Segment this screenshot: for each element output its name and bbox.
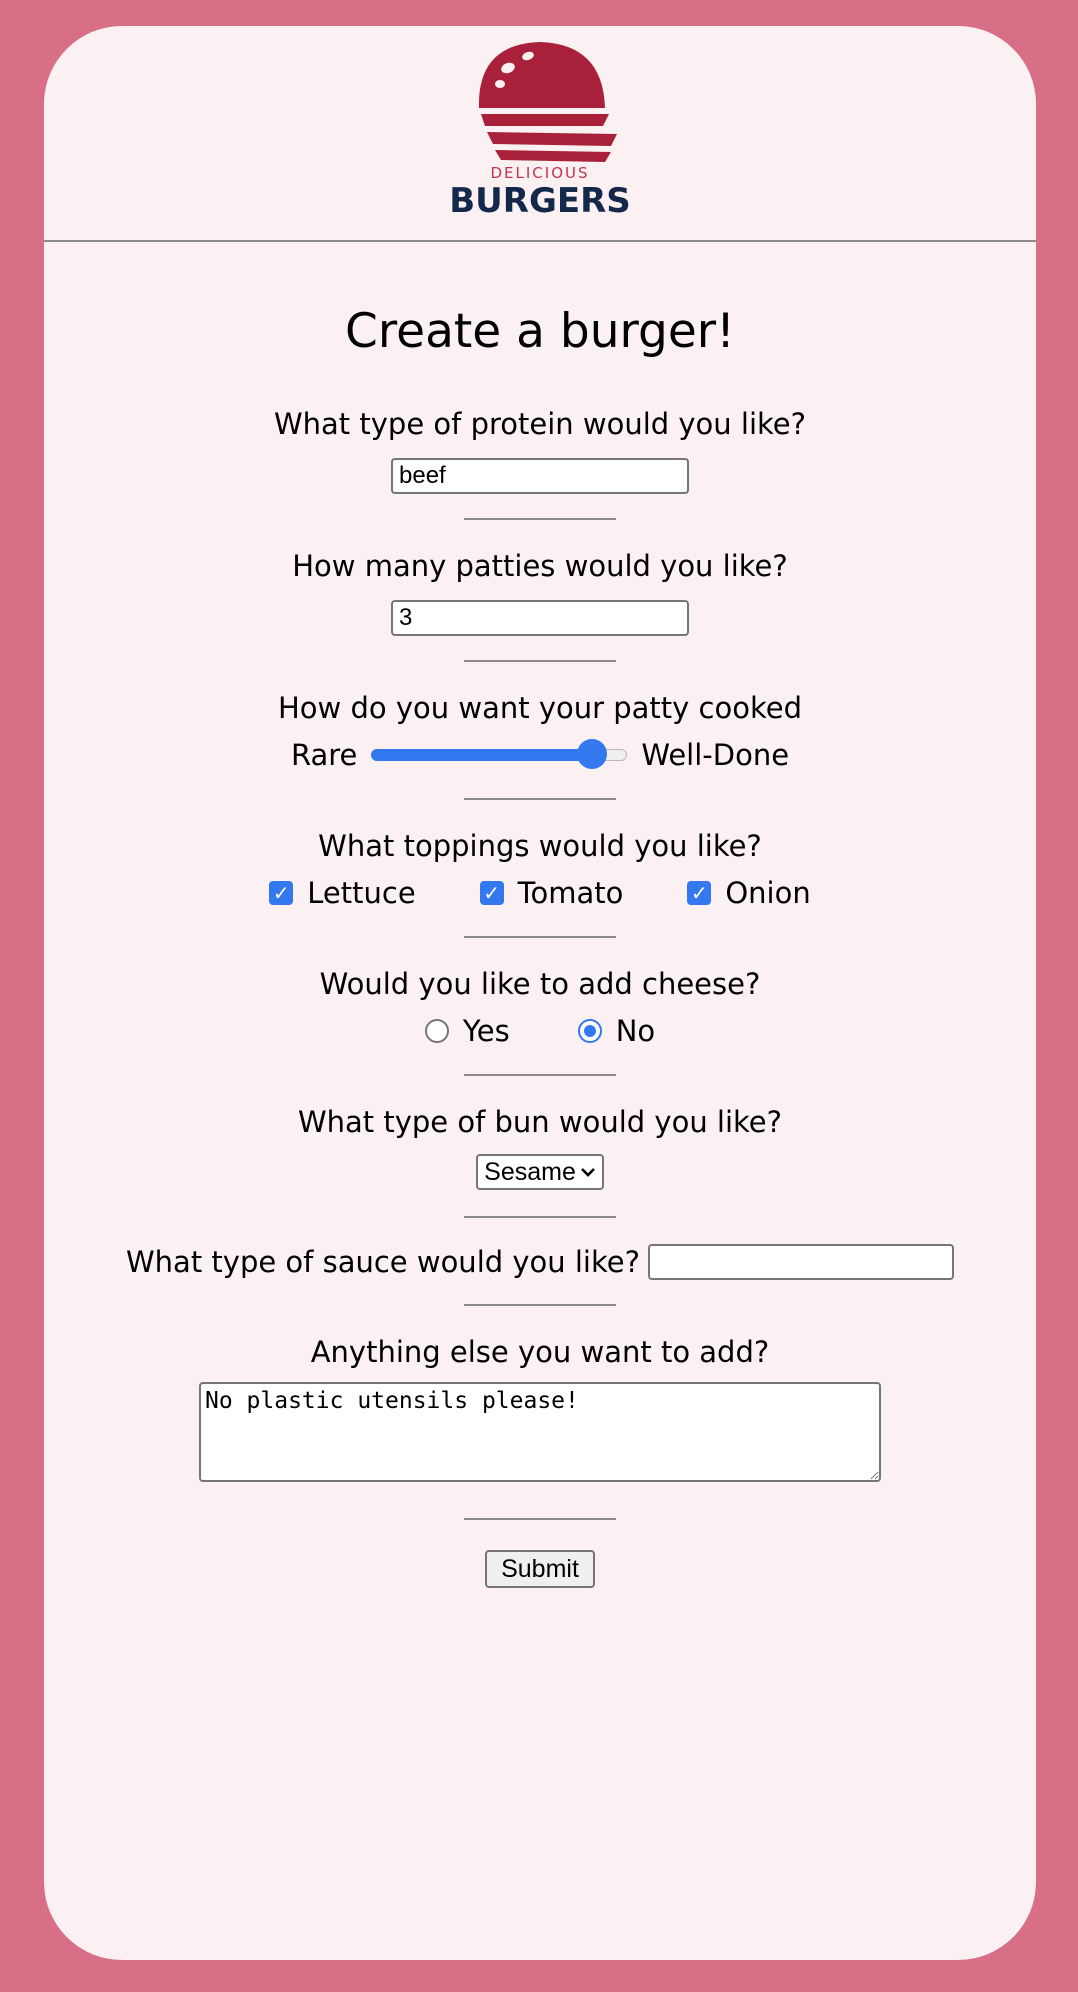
page-title: Create a burger! [345, 304, 735, 359]
logo-header: DELICIOUS BURGERS [44, 26, 1036, 242]
bun-question: What type of bun would you like? [297, 1105, 783, 1139]
radio-label: Yes [462, 1014, 510, 1048]
slider-min-label: Rare [290, 738, 358, 772]
slider-thumb[interactable] [576, 739, 607, 769]
divider [464, 798, 616, 800]
cheese-yes[interactable]: Yes [424, 1014, 510, 1048]
radio-no[interactable] [577, 1019, 602, 1043]
topping-tomato[interactable]: ✓ Tomato [479, 876, 624, 910]
topping-label: Onion [725, 876, 811, 910]
divider [464, 1216, 616, 1218]
checkbox-onion[interactable]: ✓ [687, 881, 712, 905]
checkbox-tomato[interactable]: ✓ [479, 881, 504, 905]
divider [464, 936, 616, 938]
divider [464, 660, 616, 662]
topping-lettuce[interactable]: ✓ Lettuce [269, 876, 416, 910]
topping-label: Tomato [517, 876, 624, 910]
divider [464, 1074, 616, 1076]
sauce-question: What type of sauce would you like? [126, 1245, 640, 1279]
bun-selected-value: Sesame [484, 1157, 576, 1186]
divider [464, 518, 616, 520]
toppings-question: What toppings would you like? [318, 829, 762, 863]
protein-input[interactable]: beef [391, 458, 689, 494]
cooked-question: How do you want your patty cooked [278, 691, 802, 725]
topping-label: Lettuce [307, 876, 416, 910]
burger-form: Create a burger! What type of protein wo… [44, 242, 1036, 1588]
patties-question: How many patties would you like? [292, 549, 788, 583]
cooked-slider-row: Rare Well-Done [291, 738, 789, 772]
topping-onion[interactable]: ✓ Onion [687, 876, 811, 910]
doneness-slider[interactable] [371, 739, 628, 769]
slider-fill [371, 749, 592, 761]
cheese-no[interactable]: No [577, 1014, 656, 1048]
toppings-options: ✓ Lettuce ✓ Tomato ✓ Onion [269, 876, 811, 910]
radio-yes[interactable] [424, 1019, 449, 1043]
logo-small-text: DELICIOUS [490, 164, 589, 182]
protein-question: What type of protein would you like? [273, 407, 807, 441]
notes-question: Anything else you want to add? [310, 1335, 770, 1369]
patties-input[interactable]: 3 [391, 600, 689, 636]
logo-big-text: BURGERS [449, 181, 631, 221]
chevron-down-icon [580, 1168, 595, 1177]
divider [464, 1304, 616, 1306]
sauce-row: What type of sauce would you like? [126, 1244, 954, 1280]
burger-logo: DELICIOUS BURGERS [449, 42, 631, 221]
checkbox-lettuce[interactable]: ✓ [269, 881, 294, 905]
cheese-options: Yes No [424, 1014, 656, 1048]
bun-select[interactable]: Sesame [476, 1154, 604, 1190]
notes-textarea[interactable]: No plastic utensils please! [199, 1382, 881, 1482]
cheese-question: Would you like to add cheese? [319, 967, 761, 1001]
radio-label: No [615, 1014, 656, 1048]
slider-max-label: Well-Done [641, 738, 790, 772]
submit-button[interactable]: Submit [485, 1550, 595, 1588]
divider [464, 1518, 616, 1520]
sauce-input[interactable] [648, 1244, 954, 1280]
form-card: DELICIOUS BURGERS Create a burger! What … [44, 26, 1036, 1960]
